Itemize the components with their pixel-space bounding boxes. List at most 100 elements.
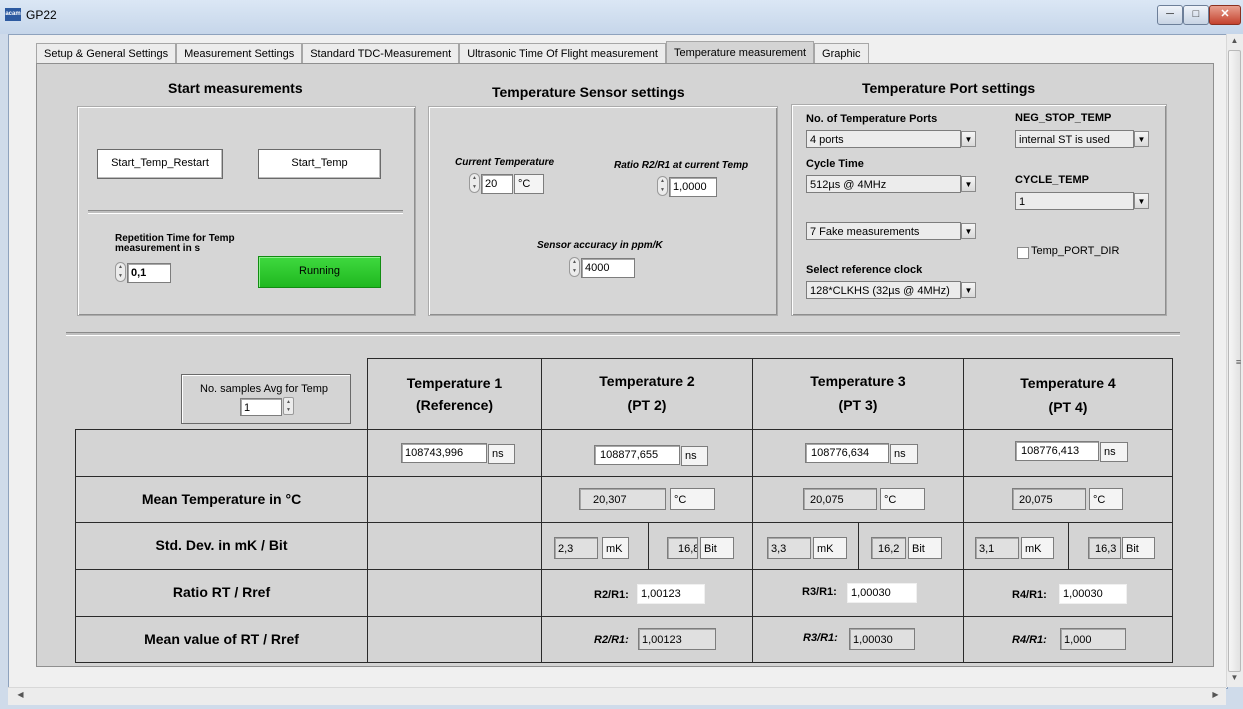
sensor-accuracy-spinner[interactable]: ▲ ▼ [569, 257, 580, 277]
ratio-r2r1-spinner[interactable]: ▲ ▼ [657, 176, 668, 196]
time-unit: ns [681, 446, 708, 466]
time-unit: ns [890, 444, 918, 464]
neg-stop-label: NEG_STOP_TEMP [1015, 112, 1112, 124]
std-dev-bit-unit: Bit [1122, 537, 1155, 559]
chevron-down-icon[interactable]: ▼ [961, 176, 976, 192]
cycle-time-select[interactable]: 512µs @ 4MHz [806, 175, 961, 193]
scroll-right-icon[interactable]: ▶ [1207, 690, 1224, 699]
mean-temp-value: 20,075 [1012, 488, 1086, 510]
start-temp-restart-button[interactable]: Start_Temp_Restart [97, 149, 223, 179]
time-value: 108776,413 [1015, 441, 1099, 461]
section-divider [66, 332, 1180, 336]
mean-ratio-label: R3/R1: [803, 632, 838, 644]
mean-temp-unit: °C [670, 488, 715, 510]
mean-ratio-label: R4/R1: [1012, 634, 1047, 646]
ratio-label: R3/R1: [802, 586, 837, 598]
ref-clock-select[interactable]: 128*CLKHS (32µs @ 4MHz) [806, 281, 961, 299]
time-unit: ns [1100, 442, 1128, 462]
time-value: 108743,996 [401, 443, 487, 463]
repetition-time-input[interactable]: 0,1 [127, 263, 171, 283]
current-temp-input[interactable]: 20 [481, 174, 513, 194]
neg-stop-select[interactable]: internal ST is used [1015, 130, 1134, 148]
cycle-time-label: Cycle Time [806, 158, 864, 170]
num-ports-select[interactable]: 4 ports [806, 130, 961, 148]
tab-measurement-settings[interactable]: Measurement Settings [176, 43, 303, 64]
current-temp-spinner[interactable]: ▲ ▼ [469, 173, 480, 193]
sensor-panel [428, 106, 778, 316]
mean-temp-unit: °C [880, 488, 925, 510]
start-temp-button[interactable]: Start_Temp [258, 149, 381, 179]
sensor-accuracy-label: Sensor accuracy in ppm/K [537, 240, 663, 251]
std-dev-mk-value: 3,3 [767, 537, 811, 559]
std-dev-label: Std. Dev. in mK / Bit [155, 537, 288, 553]
chevron-down-icon[interactable]: ▼ [961, 131, 976, 147]
ratio-value: 1,00030 [847, 583, 917, 603]
header-temp1-line1: Temperature 1 [406, 375, 503, 391]
repetition-time-label: Repetition Time for Temp measurement in … [115, 233, 235, 254]
ratio-r2r1-label: Ratio R2/R1 at current Temp [614, 160, 749, 171]
ratio-cell [367, 569, 542, 617]
std-dev-cell [367, 522, 542, 570]
app-icon: acam [5, 8, 21, 21]
ratio-value: 1,00030 [1059, 584, 1127, 604]
header-temp1-line2: (Reference) [415, 397, 494, 413]
temp-port-dir-checkbox[interactable] [1017, 247, 1029, 259]
chevron-down-icon[interactable]: ▼ [961, 282, 976, 298]
window-title: GP22 [26, 8, 57, 22]
tab-standard-tdc[interactable]: Standard TDC-Measurement [302, 43, 460, 64]
horizontal-scrollbar[interactable] [8, 687, 1226, 705]
tab-ultrasonic-tof[interactable]: Ultrasonic Time Of Flight measurement [459, 43, 666, 64]
header-temp2-line2: (PT 2) [627, 397, 667, 413]
std-dev-mk-unit: mK [1021, 537, 1054, 559]
header-temp4 [963, 358, 1173, 430]
ratio-value: 1,00123 [637, 584, 705, 604]
mean-temp-label: Mean Temperature in °C [141, 491, 302, 507]
cycle-temp-select[interactable]: 1 [1015, 192, 1134, 210]
current-temp-unit: °C [514, 174, 544, 194]
header-temp3-line2: (PT 3) [838, 397, 878, 413]
close-button[interactable]: ✕ [1209, 5, 1241, 25]
time-unit: ns [488, 444, 515, 464]
chevron-down-icon[interactable]: ▼ [961, 223, 976, 239]
avg-samples-label: No. samples Avg for Temp [200, 383, 328, 395]
sensor-accuracy-input[interactable]: 4000 [581, 258, 635, 278]
current-temp-label: Current Temperature [455, 157, 555, 168]
start-section-title: Start measurements [168, 80, 303, 96]
mean-temp-unit: °C [1089, 488, 1123, 510]
repetition-time-spinner[interactable]: ▲ ▼ [115, 262, 126, 282]
minimize-button[interactable]: ─ [1157, 5, 1183, 25]
sensor-section-title: Temperature Sensor settings [492, 84, 685, 100]
std-dev-bit-unit: Bit [700, 537, 734, 559]
num-ports-label: No. of Temperature Ports [806, 113, 938, 125]
mean-temp-value: 20,075 [803, 488, 877, 510]
avg-samples-input[interactable]: 1 [240, 398, 282, 416]
mean-temp-cell [367, 476, 542, 523]
mean-ratio-value: 1,00030 [849, 628, 915, 650]
port-section-title: Temperature Port settings [862, 80, 1036, 96]
scroll-down-icon[interactable]: ▼ [1226, 673, 1243, 682]
ref-clock-label: Select reference clock [806, 264, 923, 276]
cycle-temp-label: CYCLE_TEMP [1015, 174, 1089, 186]
time-value: 108776,634 [805, 443, 889, 463]
std-dev-mk-unit: mK [813, 537, 847, 559]
scroll-up-icon[interactable]: ▲ [1226, 36, 1243, 45]
std-dev-bit-value: 16,8 [667, 537, 698, 559]
chevron-down-icon[interactable]: ▼ [1134, 193, 1149, 209]
maximize-button[interactable]: □ [1183, 5, 1209, 25]
tab-setup[interactable]: Setup & General Settings [36, 43, 177, 64]
fake-measurements-select[interactable]: 7 Fake measurements [806, 222, 961, 240]
tab-temperature[interactable]: Temperature measurement [665, 41, 815, 64]
mean-ratio-value: 1,00123 [638, 628, 716, 650]
scroll-left-icon[interactable]: ◀ [12, 690, 29, 699]
ratio-label: R4/R1: [1012, 589, 1047, 601]
tab-graphic[interactable]: Graphic [814, 43, 869, 64]
running-indicator: Running [258, 256, 381, 288]
mean-ratio-value: 1,000 [1060, 628, 1126, 650]
mean-temp-value: 20,307 [579, 488, 666, 510]
mean-ratio-cell [367, 616, 542, 663]
avg-samples-spinner[interactable]: ▲ ▼ [283, 397, 294, 415]
header-temp4-line1: Temperature 4 [1020, 375, 1116, 391]
ratio-r2r1-input[interactable]: 1,0000 [669, 177, 717, 197]
std-dev-bit-value: 16,3 [1088, 537, 1121, 559]
chevron-down-icon[interactable]: ▼ [1134, 131, 1149, 147]
